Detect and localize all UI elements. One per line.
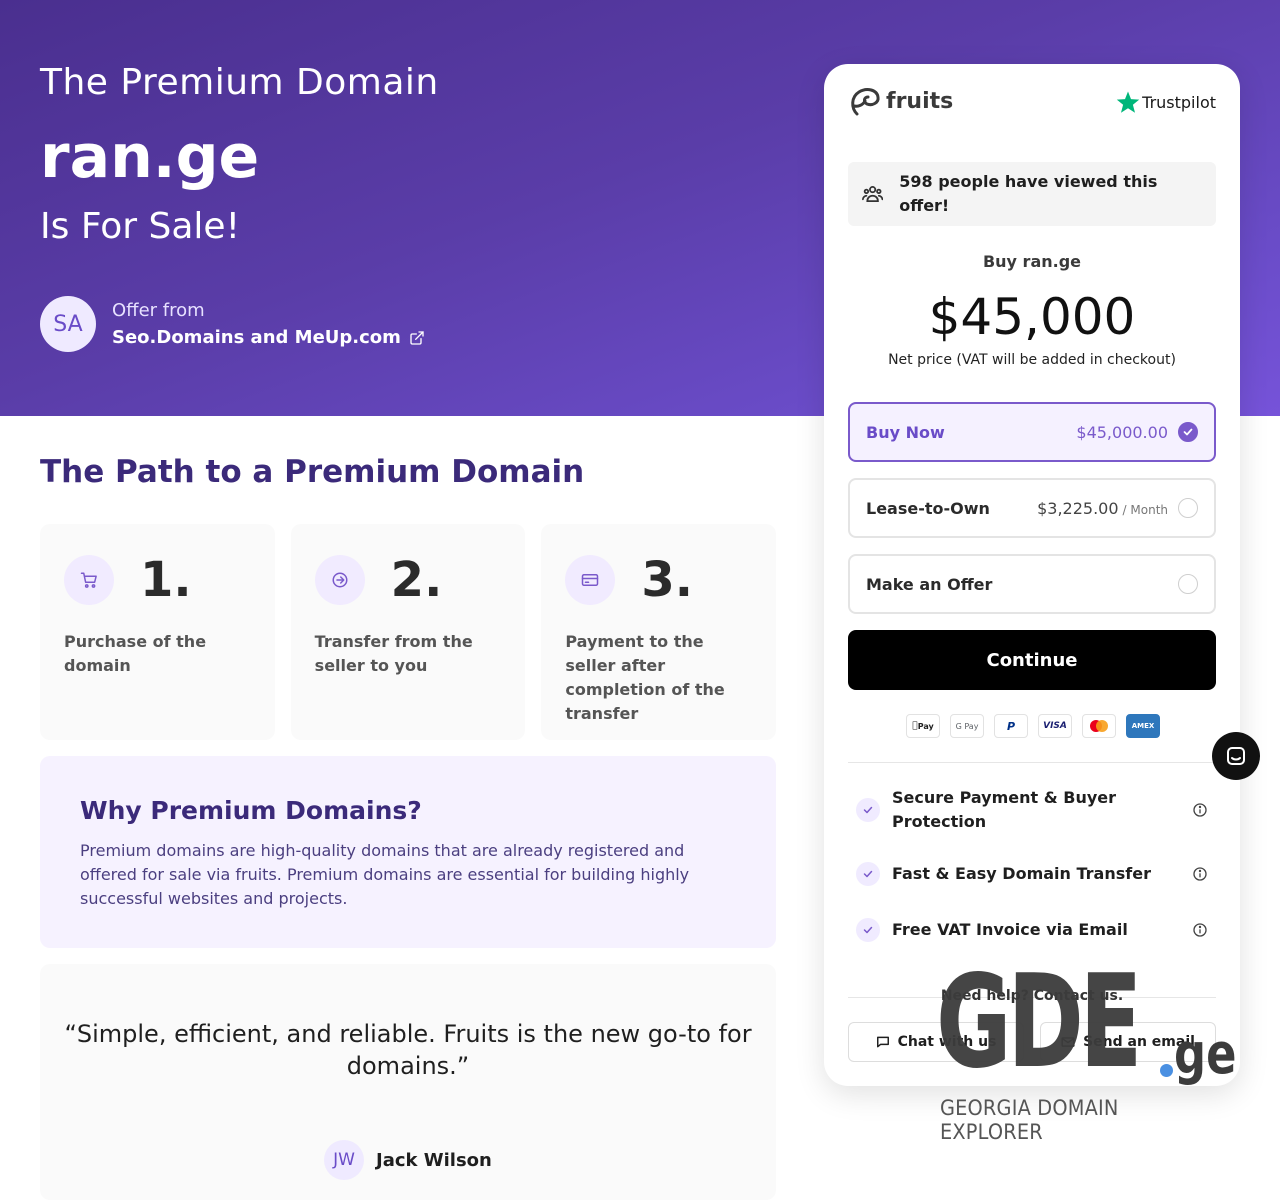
apple-pay-label: Pay [914, 721, 934, 731]
brand-logo[interactable]: fruits [848, 84, 953, 118]
seller-name: Seo.Domains and MeUp.com [112, 327, 401, 348]
amex-icon: AMEX [1126, 714, 1160, 738]
avatar: JW [324, 1140, 364, 1180]
email-button[interactable]: Send an email [1040, 1022, 1216, 1062]
info-icon[interactable] [1192, 922, 1208, 938]
option-label: Lease-to-Own [866, 498, 990, 518]
feature-vat-invoice: Free VAT Invoice via Email [848, 918, 1216, 942]
mastercard-icon [1082, 714, 1116, 738]
price: $45,000 [928, 288, 1136, 346]
option-price-unit: / Month [1122, 502, 1168, 517]
radio-icon [1178, 574, 1198, 594]
divider [848, 762, 1216, 763]
testimonial-author: JW Jack Wilson [324, 1140, 492, 1180]
check-icon [856, 798, 880, 822]
net-price-note: Net price (VAT will be added in checkout… [888, 352, 1176, 368]
radio-icon [1178, 498, 1198, 518]
why-title: Why Premium Domains? [80, 796, 422, 825]
feature-text: Free VAT Invoice via Email [892, 920, 1128, 939]
steps-list: 1. Purchase of the domain 2. Transfer fr… [40, 524, 777, 740]
chat-bubble-icon [876, 1036, 889, 1048]
continue-button[interactable]: Continue [848, 630, 1216, 690]
step-number: 3. [641, 552, 693, 608]
option-price: $45,000.00 [1076, 422, 1168, 442]
chat-icon [1227, 747, 1245, 765]
trustpilot-badge[interactable]: Trustpilot [1116, 90, 1216, 114]
option-price: $3,225.00/ Month [1037, 499, 1168, 518]
email-label: Send an email [1083, 1034, 1195, 1050]
option-buy-now[interactable]: Buy Now $45,000.00 [848, 402, 1216, 462]
path-title: The Path to a Premium Domain [40, 454, 585, 490]
people-icon [862, 186, 884, 202]
option-label: Buy Now [866, 422, 945, 442]
option-price-value: $3,225.00 [1037, 498, 1119, 518]
trustpilot-name: Trustpilot [1142, 92, 1216, 112]
feature-domain-transfer: Fast & Easy Domain Transfer [848, 862, 1216, 886]
seller-label: Offer from [112, 300, 205, 321]
testimonial-quote: “Simple, efficient, and reliable. Fruits… [64, 1020, 752, 1080]
step-text: Transfer from the seller to you [314, 632, 473, 675]
step-number: 2. [390, 552, 443, 608]
option-make-offer[interactable]: Make an Offer [848, 554, 1216, 614]
mail-icon [1061, 1037, 1075, 1047]
brand-name: fruits [886, 88, 954, 114]
check-icon [856, 862, 880, 886]
chat-button[interactable]: Chat with us [848, 1022, 1024, 1062]
seller-avatar: SA [40, 296, 96, 352]
feature-secure-payment: Secure Payment & Buyer Protection [848, 786, 1216, 834]
domain-name: ran.ge [40, 122, 260, 192]
step-text: Payment to the seller after completion o… [565, 632, 725, 723]
payment-methods: Pay G Pay P VISA AMEX [906, 714, 1160, 738]
author-name: Jack Wilson [376, 1149, 492, 1171]
step-card: 1. Purchase of the domain [40, 524, 275, 740]
why-premium-section: Why Premium Domains? Premium domains are… [40, 756, 776, 948]
check-icon [856, 918, 880, 942]
step-text: Purchase of the domain [64, 632, 207, 675]
check-icon [1178, 422, 1198, 442]
paypal-icon: P [994, 714, 1028, 738]
why-text: Premium domains are high-quality domains… [80, 841, 690, 908]
chat-widget-button[interactable] [1212, 732, 1260, 780]
card-icon [565, 555, 616, 605]
google-pay-icon: G Pay [950, 714, 984, 738]
views-text: 598 people have viewed this offer! [899, 172, 1158, 215]
info-icon[interactable] [1192, 866, 1208, 882]
step-card: 3. Payment to the seller after completio… [541, 524, 777, 740]
arrow-circle-icon [314, 555, 365, 605]
fruits-logo-icon [851, 88, 880, 116]
step-card: 2. Transfer from the seller to you [290, 524, 526, 740]
for-sale-text: Is For Sale! [40, 206, 241, 247]
cart-icon [64, 555, 114, 605]
help-text: Need help? Contact us. [940, 988, 1124, 1004]
gde-subtitle: GEORGIA DOMAIN EXPLORER [940, 1096, 1119, 1144]
purchase-card: fruits Trustpilot 598 people have viewed… [824, 64, 1240, 1086]
info-icon[interactable] [1192, 802, 1208, 818]
option-lease-to-own[interactable]: Lease-to-Own $3,225.00/ Month [848, 478, 1216, 538]
buy-label: Buy ran.ge [982, 252, 1082, 271]
chat-label: Chat with us [897, 1034, 997, 1050]
feature-text: Secure Payment & Buyer Protection [892, 788, 1117, 831]
hero-kicker: The Premium Domain [40, 62, 439, 103]
seller-link[interactable]: Seo.Domains and MeUp.com [112, 327, 425, 348]
star-icon [1116, 91, 1140, 113]
step-number: 1. [140, 552, 192, 608]
apple-pay-icon: Pay [906, 714, 940, 738]
external-link-icon [410, 330, 424, 345]
visa-icon: VISA [1038, 714, 1072, 738]
testimonial: “Simple, efficient, and reliable. Fruits… [40, 964, 776, 1200]
feature-text: Fast & Easy Domain Transfer [892, 864, 1151, 883]
seller-info: SA Offer from Seo.Domains and MeUp.com [40, 296, 425, 352]
option-label: Make an Offer [866, 574, 993, 594]
views-notice: 598 people have viewed this offer! [848, 162, 1216, 226]
